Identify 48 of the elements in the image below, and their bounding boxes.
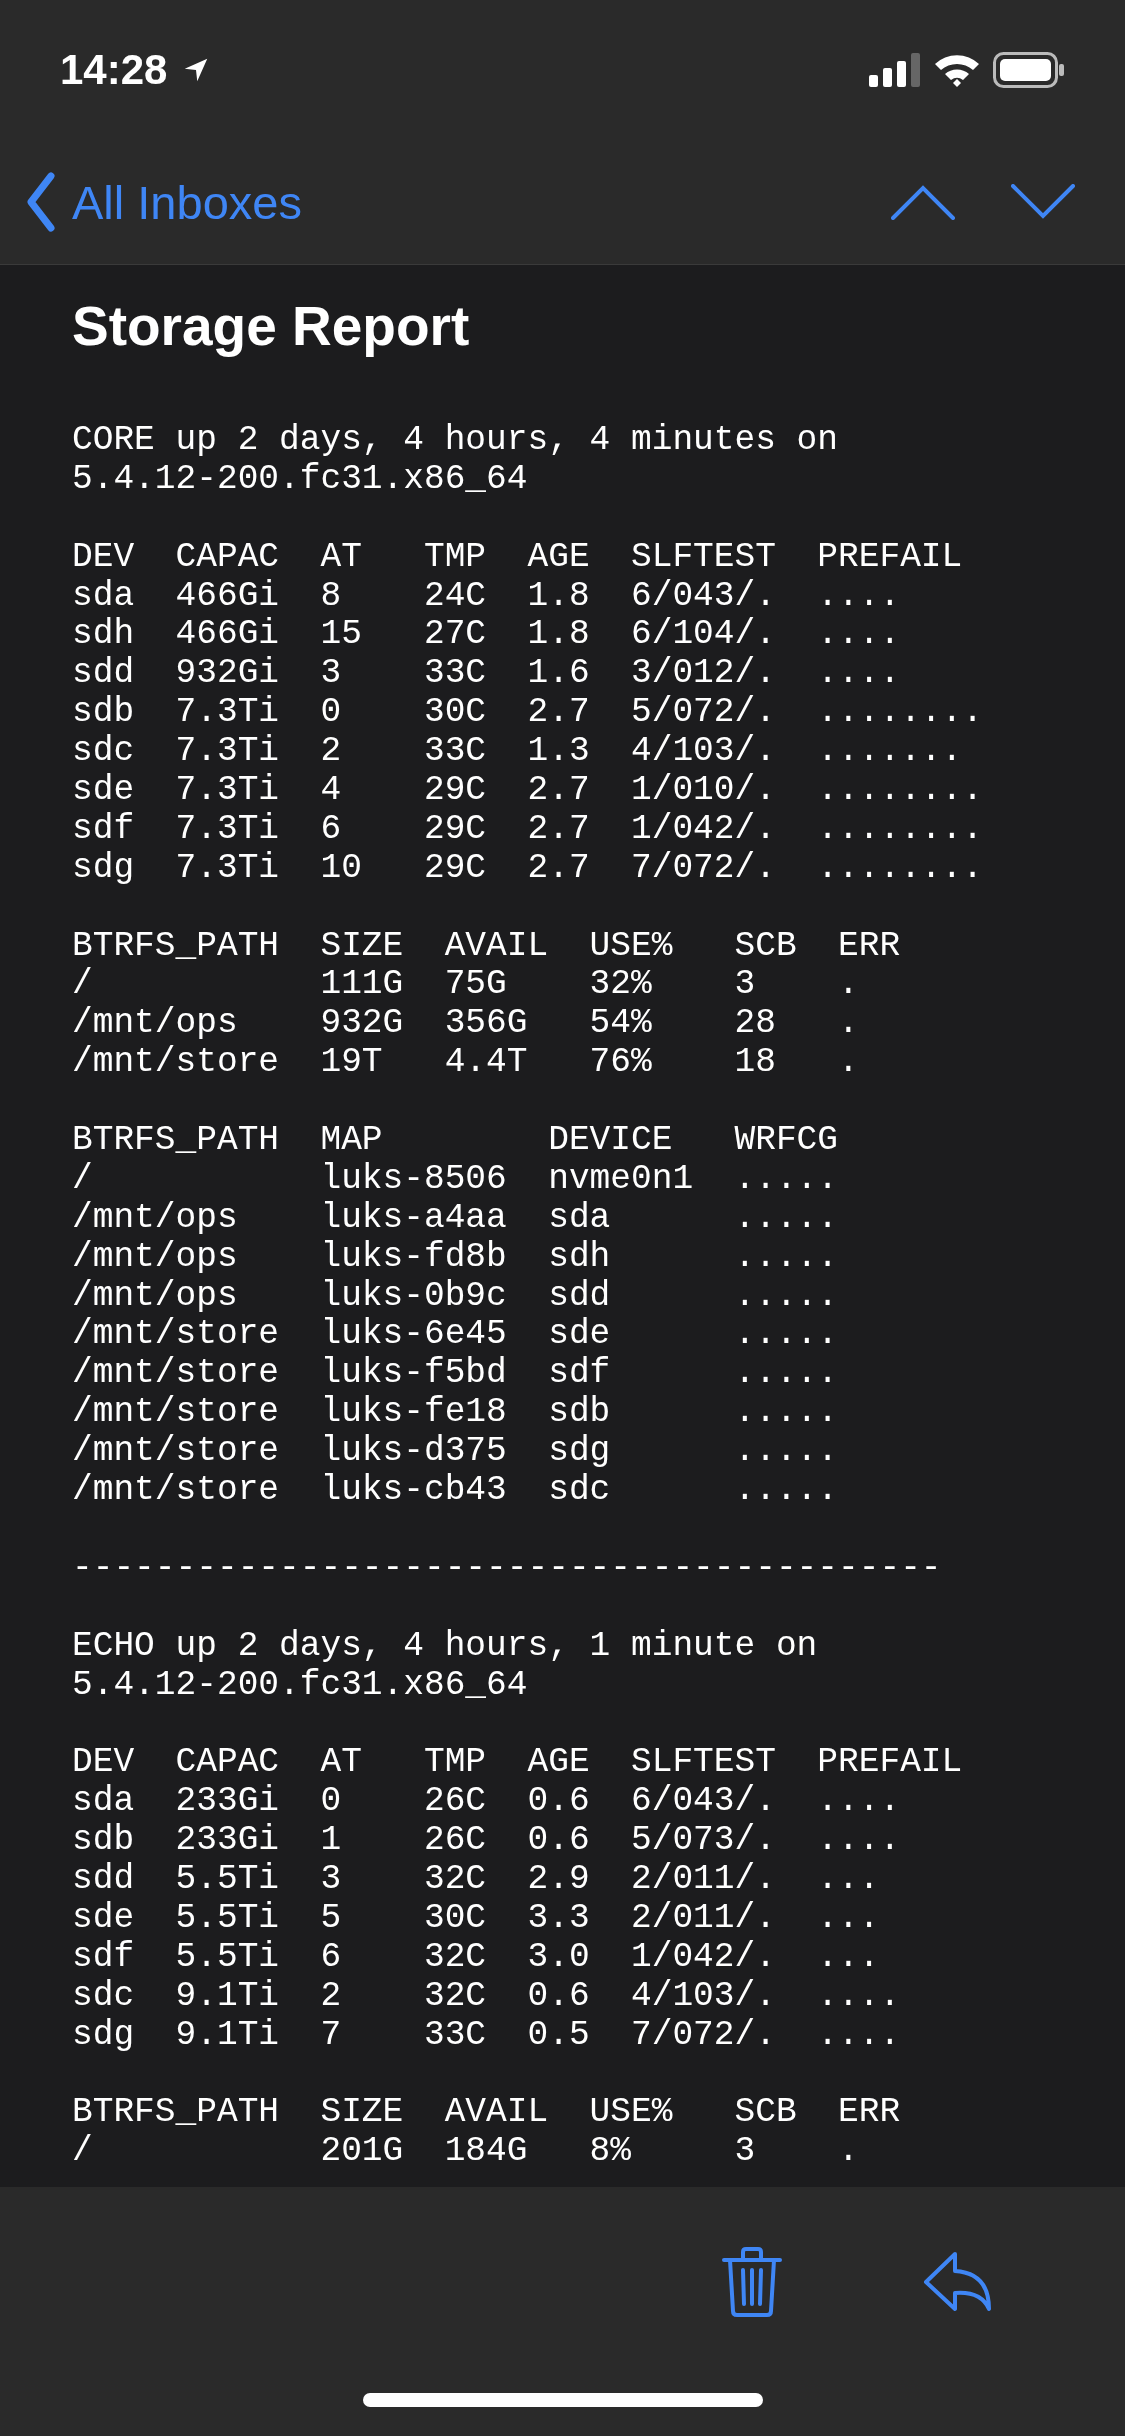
report-line: /mnt/ops luks-a4aa sda ..... (72, 1198, 840, 1238)
report-line: /mnt/ops luks-0b9c sdd ..... (72, 1276, 840, 1316)
back-button[interactable]: All Inboxes (26, 172, 302, 232)
report-line: sdg 7.3Ti 10 29C 2.7 7/072/. ........ (72, 848, 984, 888)
report-line: sdc 7.3Ti 2 33C 1.3 4/103/. ....... (72, 732, 964, 771)
signal-icon (869, 53, 921, 87)
report-line: DEV CAPAC AT TMP AGE SLFTEST PREFAIL (72, 537, 964, 577)
report-line: BTRFS_PATH SIZE AVAIL USE% SCB ERR (72, 2093, 902, 2133)
chevron-left-icon (26, 172, 56, 232)
message-subject: Storage Report (72, 294, 471, 359)
trash-icon[interactable] (721, 2246, 783, 2318)
report-line: 5.4.12-200.fc31.x86_64 (72, 1665, 529, 1705)
report-line: BTRFS_PATH MAP DEVICE WRFCG (72, 1121, 840, 1160)
report-line: /mnt/store 19T 4.4T 76% 18 . (72, 1043, 860, 1083)
report-line: ------------------------------------------ (72, 1548, 943, 1588)
report-line: ECHO up 2 days, 4 hours, 1 minute on (72, 1626, 819, 1666)
report-line: /mnt/ops 932G 356G 54% 28 . (72, 1004, 860, 1044)
previous-message-icon[interactable] (891, 184, 955, 220)
report-line: / luks-8506 nvme0n1 ..... (72, 1159, 840, 1199)
report-line: sdd 5.5Ti 3 32C 2.9 2/011/. ... (72, 1859, 881, 1899)
report-line: CORE up 2 days, 4 hours, 4 minutes on (72, 421, 840, 460)
report-line: /mnt/store luks-cb43 sdc ..... (72, 1471, 840, 1510)
report-line: DEV CAPAC AT TMP AGE SLFTEST PREFAIL (72, 1743, 964, 1783)
report-line: sdf 7.3Ti 6 29C 2.7 1/042/. ........ (72, 809, 984, 849)
report-line: sdc 9.1Ti 2 32C 0.6 4/103/. .... (72, 1976, 902, 2016)
report-line: sdb 7.3Ti 0 30C 2.7 5/072/. ........ (72, 693, 984, 733)
report-line: /mnt/ops luks-fd8b sdh ..... (72, 1237, 840, 1277)
battery-icon (993, 52, 1065, 88)
report-line: sdb 233Gi 1 26C 0.6 5/073/. .... (72, 1821, 902, 1860)
status-time: 14:28 (60, 46, 168, 94)
report-line: sdd 932Gi 3 33C 1.6 3/012/. .... (72, 654, 902, 694)
report-line: /mnt/store luks-d375 sdg ..... (72, 1432, 840, 1472)
report-line: sde 7.3Ti 4 29C 2.7 1/010/. ........ (72, 771, 984, 810)
report-line: 5.4.12-200.fc31.x86_64 (72, 459, 529, 499)
report-line: sda 466Gi 8 24C 1.8 6/043/. .... (72, 576, 902, 616)
next-message-icon[interactable] (1011, 184, 1075, 220)
wifi-icon (933, 52, 981, 88)
report-line: /mnt/store luks-fe18 sdb ..... (72, 1393, 840, 1433)
report-line: sdf 5.5Ti 6 32C 3.0 1/042/. ... (72, 1937, 881, 1977)
report-line: / 201G 184G 8% 3 . (72, 2132, 860, 2172)
report-line: sde 5.5Ti 5 30C 3.3 2/011/. ... (72, 1898, 881, 1938)
report-line: sdg 9.1Ti 7 33C 0.5 7/072/. .... (72, 2015, 902, 2055)
report-line: /mnt/store luks-6e45 sde ..... (72, 1315, 840, 1355)
report-line: sdh 466Gi 15 27C 1.8 6/104/. .... (72, 615, 902, 655)
report-line: /mnt/store luks-f5bd sdf ..... (72, 1354, 840, 1394)
report-line: / 111G 75G 32% 3 . (72, 965, 860, 1005)
report-line: sda 233Gi 0 26C 0.6 6/043/. .... (72, 1782, 902, 1822)
report-line: BTRFS_PATH SIZE AVAIL USE% SCB ERR (72, 926, 902, 966)
